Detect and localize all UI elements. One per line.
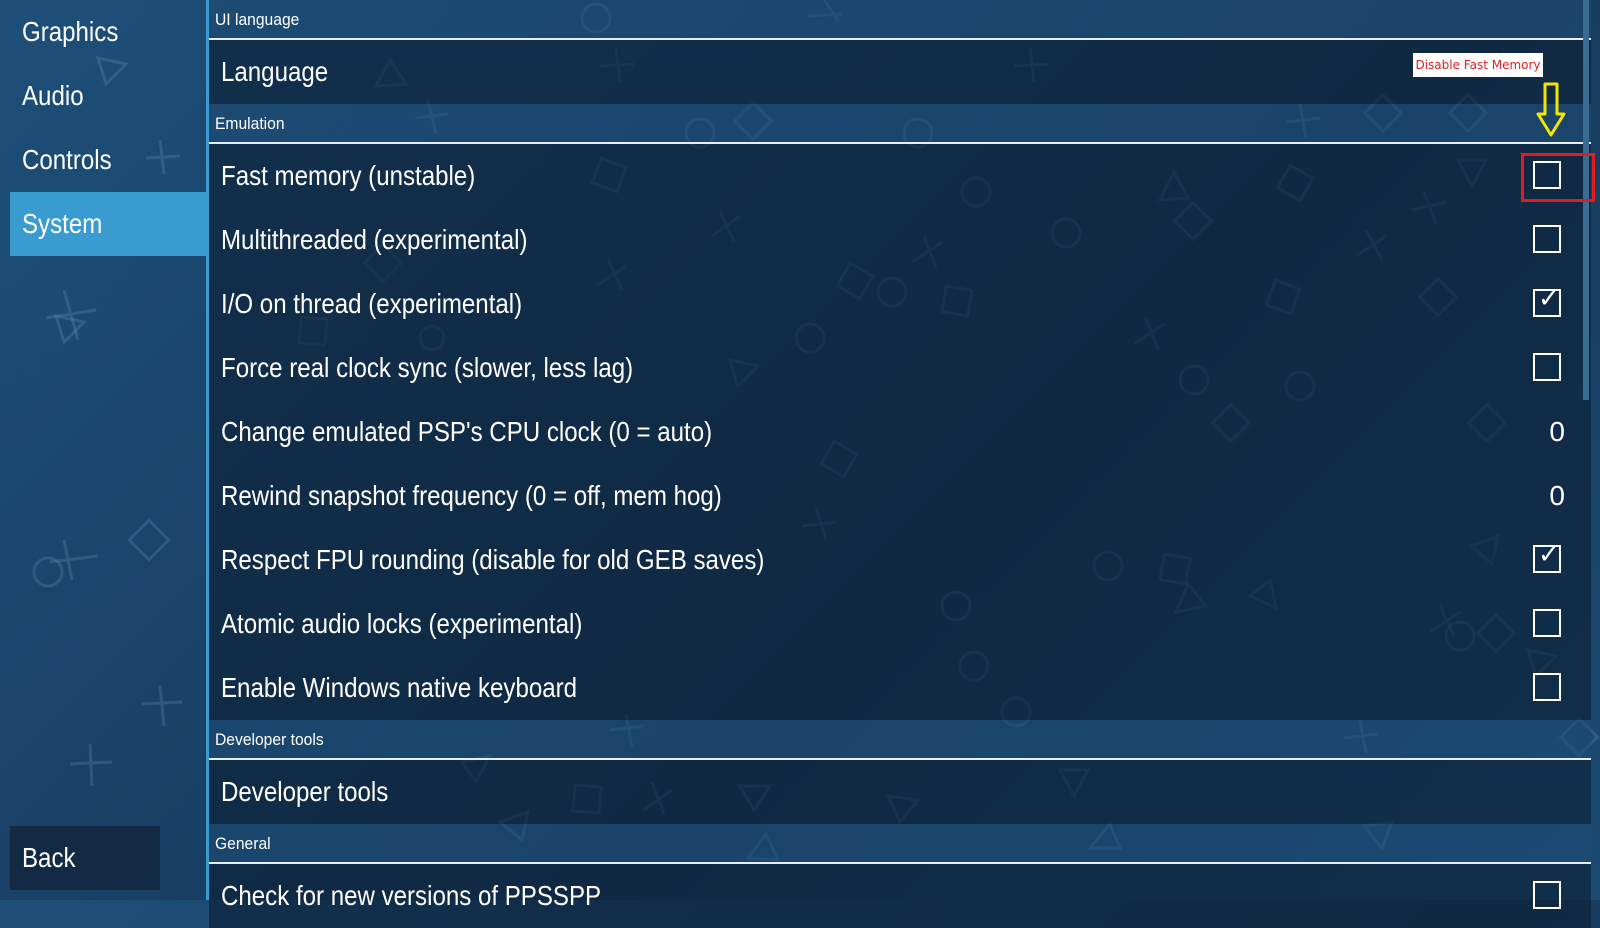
- setting-label: Multithreaded (experimental): [221, 224, 528, 255]
- setting-label: Fast memory (unstable): [221, 160, 476, 191]
- setting-force-real-clock-sync[interactable]: Force real clock sync (slower, less lag): [209, 336, 1591, 400]
- section-header-emulation: Emulation: [209, 104, 1591, 144]
- tab-graphics-label: Graphics: [22, 16, 119, 47]
- checkmark-icon: ✓: [1538, 540, 1560, 570]
- section-header-label: UI language: [215, 10, 300, 29]
- setting-io-on-thread[interactable]: I/O on thread (experimental) ✓: [209, 272, 1591, 336]
- setting-fast-memory[interactable]: Fast memory (unstable): [209, 144, 1591, 208]
- check-new-versions-checkbox[interactable]: [1533, 881, 1561, 909]
- setting-label: Enable Windows native keyboard: [221, 672, 578, 703]
- setting-fpu-rounding[interactable]: Respect FPU rounding (disable for old GE…: [209, 528, 1591, 592]
- rewind-frequency-value: 0: [1549, 480, 1565, 511]
- section-header-label: Developer tools: [215, 730, 324, 749]
- atomic-audio-locks-checkbox[interactable]: [1533, 609, 1561, 637]
- setting-cpu-clock[interactable]: Change emulated PSP's CPU clock (0 = aut…: [209, 400, 1591, 464]
- back-button-label: Back: [22, 842, 76, 873]
- language-setting[interactable]: Language: [209, 40, 1591, 104]
- force-real-clock-sync-checkbox[interactable]: [1533, 353, 1561, 381]
- tab-audio-label: Audio: [22, 80, 84, 111]
- tab-system-label: System: [22, 208, 103, 239]
- setting-multithreaded[interactable]: Multithreaded (experimental): [209, 208, 1591, 272]
- setting-label: Check for new versions of PPSSPP: [221, 880, 602, 911]
- back-button[interactable]: Back: [10, 826, 160, 890]
- setting-label: Respect FPU rounding (disable for old GE…: [221, 544, 765, 575]
- setting-windows-native-keyboard[interactable]: Enable Windows native keyboard: [209, 656, 1591, 720]
- tab-graphics[interactable]: Graphics: [10, 0, 206, 64]
- arrow-down-icon: [1536, 82, 1566, 137]
- fpu-rounding-checkbox[interactable]: ✓: [1533, 540, 1561, 573]
- setting-check-new-versions[interactable]: Check for new versions of PPSSPP: [209, 864, 1591, 928]
- section-header-developer-tools: Developer tools: [209, 720, 1591, 760]
- tab-controls[interactable]: Controls: [10, 128, 206, 192]
- settings-list[interactable]: UI language Language Emulation Fast memo…: [206, 0, 1591, 928]
- cpu-clock-value: 0: [1549, 416, 1565, 447]
- setting-label: Rewind snapshot frequency (0 = off, mem …: [221, 480, 722, 511]
- setting-label: Force real clock sync (slower, less lag): [221, 352, 634, 383]
- section-header-general: General: [209, 824, 1591, 864]
- setting-developer-tools[interactable]: Developer tools: [209, 760, 1591, 824]
- highlight-box: [1521, 153, 1595, 202]
- multithreaded-checkbox[interactable]: [1533, 225, 1561, 253]
- setting-label: Developer tools: [221, 776, 389, 807]
- setting-label: Language: [221, 56, 329, 87]
- io-on-thread-checkbox[interactable]: ✓: [1533, 284, 1561, 317]
- setting-label: I/O on thread (experimental): [221, 288, 523, 319]
- annotation-label: Disable Fast Memory: [1413, 53, 1543, 77]
- section-header-label: General: [215, 834, 271, 853]
- setting-rewind-frequency[interactable]: Rewind snapshot frequency (0 = off, mem …: [209, 464, 1591, 528]
- setting-atomic-audio-locks[interactable]: Atomic audio locks (experimental): [209, 592, 1591, 656]
- setting-label: Atomic audio locks (experimental): [221, 608, 583, 639]
- tab-controls-label: Controls: [22, 144, 112, 175]
- section-header-label: Emulation: [215, 114, 285, 133]
- checkmark-icon: ✓: [1538, 284, 1560, 314]
- sidebar: Graphics Audio Controls System Back: [0, 0, 206, 900]
- tab-system[interactable]: System: [10, 192, 206, 256]
- section-header-ui-language: UI language: [209, 0, 1591, 40]
- windows-native-keyboard-checkbox[interactable]: [1533, 673, 1561, 701]
- setting-label: Change emulated PSP's CPU clock (0 = aut…: [221, 416, 713, 447]
- tab-audio[interactable]: Audio: [10, 64, 206, 128]
